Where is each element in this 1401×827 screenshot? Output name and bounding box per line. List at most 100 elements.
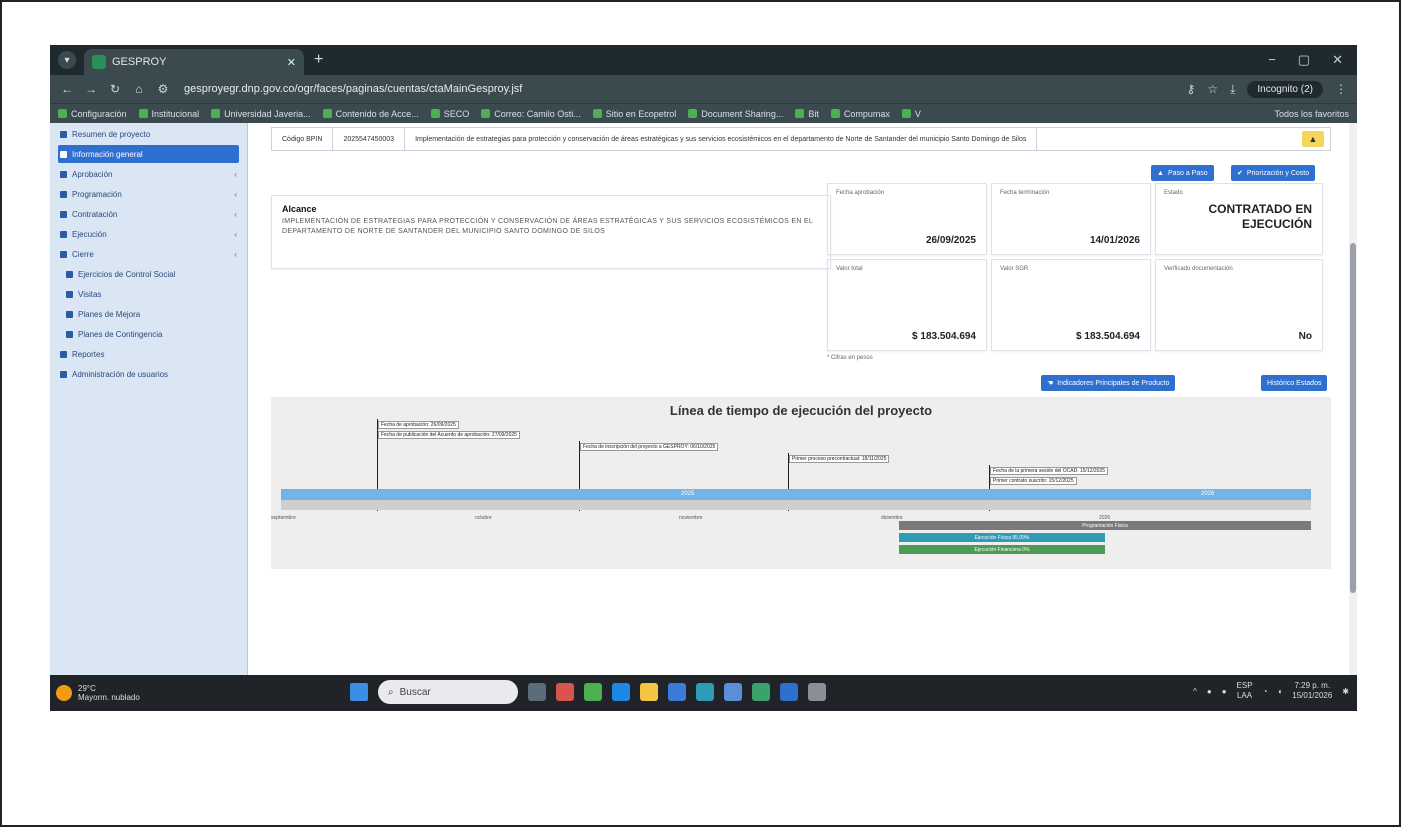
sidebar-item[interactable]: Administración de usuarios: [50, 365, 247, 383]
task-view-icon[interactable]: [528, 683, 546, 701]
key-icon[interactable]: ⚷: [1187, 82, 1196, 96]
start-button[interactable]: [350, 683, 368, 701]
cifras-note: * Cifras en pesos: [827, 355, 873, 361]
tab-search-icon[interactable]: ▾: [58, 51, 76, 69]
new-tab-button[interactable]: +: [314, 51, 323, 69]
bookmark-item[interactable]: SECO: [430, 109, 469, 119]
app-icon[interactable]: [724, 683, 742, 701]
chevron-icon[interactable]: ‹: [234, 170, 237, 179]
star-icon[interactable]: ☆: [1207, 82, 1218, 96]
page-scrollbar[interactable]: [1349, 123, 1357, 675]
bookmark-item[interactable]: V: [901, 109, 921, 119]
paso-a-paso-button[interactable]: ▲ Paso a Paso: [1151, 165, 1214, 181]
forward-icon[interactable]: →: [84, 82, 98, 96]
tab-strip: ▾ GESPROY ✕ + − ▢ ✕: [50, 45, 1357, 75]
sidebar-item[interactable]: Contratación ‹: [50, 205, 247, 223]
app-icon[interactable]: [752, 683, 770, 701]
sidebar-item-icon: [66, 330, 73, 338]
bookmark-item[interactable]: Correo: Camilo Osti...: [481, 109, 581, 119]
url-field[interactable]: gesproyegr.dnp.gov.co/ogr/faces/paginas/…: [184, 83, 522, 95]
alcance-card: Alcance IMPLEMENTACIÓN DE ESTRATEGIAS PA…: [271, 195, 831, 269]
language-indicator[interactable]: ESP LAA: [1237, 681, 1253, 701]
sidebar-item[interactable]: Resumen de proyecto: [50, 125, 247, 143]
bookmark-item[interactable]: Configuración: [58, 109, 127, 119]
address-bar-actions: ⚷ ☆ ⤓ Incognito (2) ⋮: [1187, 80, 1347, 98]
chevron-icon[interactable]: ‹: [234, 230, 237, 239]
bookmark-item[interactable]: Sitio en Ecopetrol: [592, 109, 676, 119]
sidebar-item[interactable]: Ejercicios de Control Social: [50, 265, 247, 283]
indicadores-button[interactable]: ☚ Indicadores Principales de Producto: [1041, 375, 1176, 391]
sidebar-item-label: Información general: [72, 149, 143, 159]
incognito-badge[interactable]: Incognito (2): [1247, 80, 1323, 98]
app-icon[interactable]: [556, 683, 574, 701]
bookmark-item[interactable]: Contenido de Acce...: [322, 109, 419, 119]
back-icon[interactable]: ←: [60, 82, 74, 96]
sidebar-item[interactable]: Información general: [58, 145, 239, 163]
chevron-icon[interactable]: ‹: [234, 190, 237, 199]
sidebar-item[interactable]: Visitas: [50, 285, 247, 303]
close-window-button[interactable]: ✕: [1332, 52, 1343, 68]
app-icon[interactable]: [668, 683, 686, 701]
sidebar-item[interactable]: Planes de Contingencia: [50, 325, 247, 343]
screenshot-frame: ▾ GESPROY ✕ + − ▢ ✕ ← → ↻ ⌂ ⚙ gesproyegr…: [0, 0, 1401, 827]
home-icon[interactable]: ⌂: [132, 82, 146, 96]
historico-estados-button[interactable]: Histórico Estados: [1261, 375, 1328, 391]
taskbar-search[interactable]: ⌕ Buscar: [378, 680, 518, 704]
month-label: noviembre: [679, 515, 703, 521]
tray-app-icon[interactable]: ●: [1207, 687, 1212, 696]
bookmark-label: Correo: Camilo Osti...: [494, 108, 581, 119]
bookmark-item[interactable]: Document Sharing...: [688, 109, 783, 119]
chevron-icon[interactable]: ‹: [234, 250, 237, 259]
timeline-range-bar: [281, 500, 1311, 510]
verificado-card: Verificado documentación No: [1155, 259, 1323, 351]
sidebar-item[interactable]: Reportes: [50, 345, 247, 363]
sidebar-item-label: Resumen de proyecto: [72, 129, 151, 139]
tab-gesproy[interactable]: GESPROY ✕: [84, 49, 304, 75]
all-bookmarks-button[interactable]: Todos los favoritos: [1274, 109, 1349, 119]
sidebar-item[interactable]: Ejecución ‹: [50, 225, 247, 243]
tray-app-icon[interactable]: ●: [1222, 687, 1227, 696]
priorizacion-button[interactable]: ✔ Priorización y Costo: [1231, 165, 1316, 181]
timeline-chart: Línea de tiempo de ejecución del proyect…: [271, 397, 1331, 569]
bookmark-item[interactable]: Universidad Javeria...: [211, 109, 311, 119]
sidebar-item-label: Visitas: [78, 289, 102, 299]
bookmark-item[interactable]: Institucional: [138, 109, 199, 119]
sidebar-item-label: Planes de Mejora: [78, 309, 141, 319]
sidebar-item-icon: [66, 310, 73, 318]
site-info-icon[interactable]: ⚙: [156, 82, 170, 96]
app-icon[interactable]: [696, 683, 714, 701]
maximize-button[interactable]: ▢: [1298, 52, 1310, 68]
bookmark-item[interactable]: Compumax: [830, 109, 890, 119]
file-explorer-icon[interactable]: [640, 683, 658, 701]
scrollbar-thumb[interactable]: [1350, 243, 1356, 593]
event-label: Fecha de aprobación: 26/09/2025: [378, 421, 459, 429]
clock[interactable]: 7:29 p. m. 15/01/2026: [1292, 681, 1332, 701]
app-icon[interactable]: [780, 683, 798, 701]
minimize-button[interactable]: −: [1268, 52, 1276, 68]
app-icon[interactable]: [808, 683, 826, 701]
notifications-icon[interactable]: ✱: [1342, 687, 1349, 696]
edge-icon[interactable]: [612, 683, 630, 701]
taskbar-apps: ⌕ Buscar: [350, 680, 826, 704]
app-icon[interactable]: [584, 683, 602, 701]
wifi-icon[interactable]: ◔: [1263, 687, 1268, 696]
chevron-icon[interactable]: ‹: [234, 210, 237, 219]
estado-value: CONTRATADO EN EJECUCIÓN: [1208, 202, 1312, 231]
sidebar-item[interactable]: Aprobación ‹: [50, 165, 247, 183]
menu-icon[interactable]: ⋮: [1335, 82, 1347, 96]
bell-icon[interactable]: ▲: [1302, 131, 1324, 147]
download-icon[interactable]: ⤓: [1230, 82, 1235, 97]
bookmark-item[interactable]: Bit: [795, 109, 819, 119]
month-label: octubre: [475, 515, 492, 521]
sidebar-item[interactable]: Cierre ‹: [50, 245, 247, 263]
reload-icon[interactable]: ↻: [108, 82, 122, 96]
sidebar-item[interactable]: Planes de Mejora: [50, 305, 247, 323]
chevron-up-icon[interactable]: ^: [1193, 687, 1197, 696]
weather-widget[interactable]: 29°C Mayorm. nublado: [56, 684, 140, 702]
volume-icon[interactable]: ◖: [1277, 687, 1282, 696]
bookmark-icon: [138, 109, 148, 118]
event-label: Fecha de publicación del Acuerdo de apro…: [378, 431, 520, 439]
tab-close-icon[interactable]: ✕: [287, 56, 296, 69]
sidebar-item[interactable]: Programación ‹: [50, 185, 247, 203]
sidebar-item-icon: [60, 210, 67, 218]
